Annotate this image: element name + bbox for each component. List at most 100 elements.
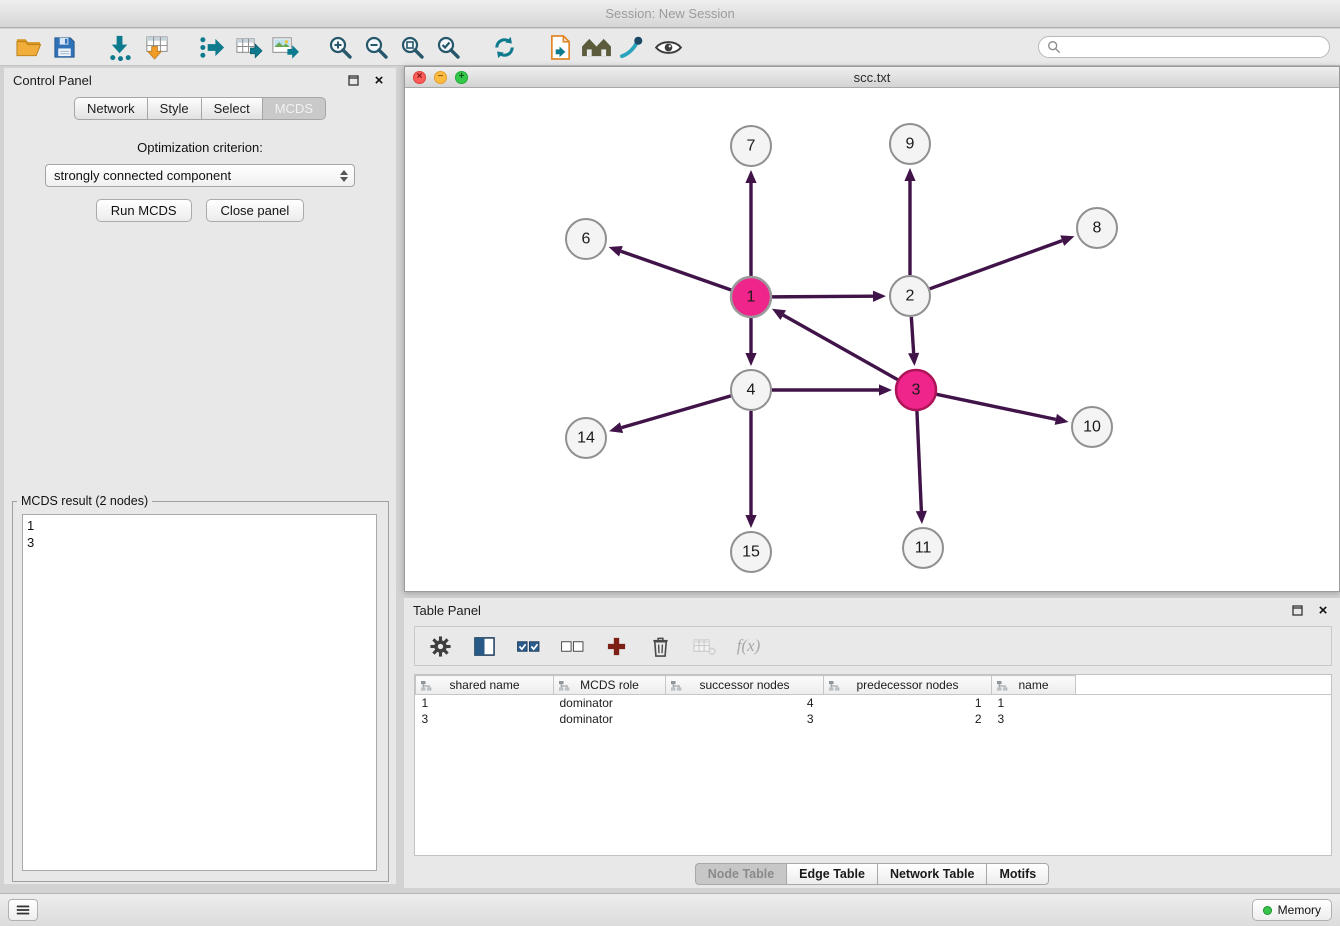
network-edge-4-14[interactable] bbox=[609, 396, 731, 433]
search-box[interactable] bbox=[1038, 36, 1330, 58]
network-window-titlebar[interactable]: × − + scc.txt bbox=[405, 67, 1339, 88]
export-table-button[interactable] bbox=[230, 31, 266, 63]
save-button[interactable] bbox=[46, 31, 82, 63]
control-tab-mcds[interactable]: MCDS bbox=[262, 97, 326, 120]
network-edge-3-1[interactable] bbox=[772, 309, 898, 380]
table-settings-button[interactable] bbox=[427, 632, 454, 660]
table-cell[interactable]: 1 bbox=[416, 695, 554, 711]
window-zoom-button[interactable]: + bbox=[455, 71, 468, 84]
document-arrow-icon bbox=[548, 34, 573, 61]
export-image-button[interactable] bbox=[266, 31, 302, 63]
float-table-panel-button[interactable] bbox=[1289, 602, 1305, 618]
show-panels-menu-button[interactable] bbox=[8, 899, 38, 921]
network-node-10[interactable]: 10 bbox=[1072, 407, 1112, 447]
eye-icon bbox=[654, 37, 683, 58]
refresh-button[interactable] bbox=[486, 31, 522, 63]
float-panel-button[interactable] bbox=[345, 72, 361, 88]
network-edge-2-9[interactable] bbox=[904, 168, 915, 275]
float-window-icon bbox=[1292, 605, 1303, 616]
run-mcds-button[interactable]: Run MCDS bbox=[96, 199, 192, 222]
create-column-button[interactable] bbox=[603, 632, 630, 660]
memory-button[interactable]: Memory bbox=[1252, 899, 1332, 921]
first-neighbors-button[interactable] bbox=[578, 31, 614, 63]
svg-text:6: 6 bbox=[582, 231, 591, 248]
window-close-button[interactable]: × bbox=[413, 71, 426, 84]
table-tab-node-table[interactable]: Node Table bbox=[695, 863, 786, 885]
column-header-mcds-role[interactable]: MCDS role bbox=[554, 676, 666, 695]
zoom-out-button[interactable] bbox=[358, 31, 394, 63]
column-header-successor-nodes[interactable]: successor nodes bbox=[666, 676, 824, 695]
close-mcds-panel-button[interactable]: Close panel bbox=[206, 199, 305, 222]
import-table-button[interactable] bbox=[138, 31, 174, 63]
table-tab-motifs[interactable]: Motifs bbox=[986, 863, 1049, 885]
table-tab-edge-table[interactable]: Edge Table bbox=[786, 863, 877, 885]
table-row[interactable]: 1dominator411 bbox=[416, 695, 1332, 711]
show-column-panel-button[interactable] bbox=[471, 632, 498, 660]
trash-icon bbox=[650, 635, 671, 658]
close-table-panel-button[interactable]: × bbox=[1315, 602, 1331, 618]
float-window-icon bbox=[348, 75, 359, 86]
table-row[interactable]: 3dominator323 bbox=[416, 711, 1332, 727]
show-hide-button[interactable] bbox=[650, 31, 686, 63]
svg-text:4: 4 bbox=[747, 382, 756, 399]
zoom-fit-button[interactable] bbox=[394, 31, 430, 63]
control-tab-select[interactable]: Select bbox=[201, 97, 262, 120]
network-node-1[interactable]: 1 bbox=[731, 277, 771, 317]
table-cell[interactable]: dominator bbox=[554, 711, 666, 727]
network-node-3[interactable]: 3 bbox=[896, 370, 936, 410]
open-file-button[interactable] bbox=[10, 31, 46, 63]
network-node-7[interactable]: 7 bbox=[731, 126, 771, 166]
network-edge-4-15[interactable] bbox=[745, 411, 756, 528]
network-canvas[interactable]: 7 9 6 8 1 2 4 3 14 10 15 11 bbox=[405, 88, 1339, 591]
table-cell[interactable]: 1 bbox=[824, 695, 992, 711]
search-input[interactable] bbox=[1066, 40, 1321, 54]
network-node-4[interactable]: 4 bbox=[731, 370, 771, 410]
column-header-shared-name[interactable]: shared name bbox=[416, 676, 554, 695]
network-node-2[interactable]: 2 bbox=[890, 276, 930, 316]
zoom-selected-button[interactable] bbox=[430, 31, 466, 63]
network-node-6[interactable]: 6 bbox=[566, 219, 606, 259]
table-cell[interactable]: 3 bbox=[992, 711, 1076, 727]
network-edge-1-4[interactable] bbox=[745, 318, 756, 366]
mcds-result-textarea[interactable]: 13 bbox=[22, 514, 377, 871]
network-edge-1-2[interactable] bbox=[772, 291, 886, 302]
network-edge-4-3[interactable] bbox=[772, 384, 892, 395]
network-edge-2-8[interactable] bbox=[930, 235, 1075, 288]
status-bar: Memory bbox=[0, 893, 1340, 926]
window-titlebar[interactable]: Session: New Session bbox=[0, 0, 1340, 28]
table-cell[interactable]: 2 bbox=[824, 711, 992, 727]
import-network-button[interactable] bbox=[102, 31, 138, 63]
table-cell[interactable]: dominator bbox=[554, 695, 666, 711]
network-edge-3-11[interactable] bbox=[916, 411, 927, 524]
paintbrush-icon bbox=[619, 35, 646, 60]
select-all-columns-button[interactable] bbox=[515, 632, 542, 660]
network-edge-3-10[interactable] bbox=[937, 394, 1069, 425]
control-tab-network[interactable]: Network bbox=[74, 97, 147, 120]
control-tab-style[interactable]: Style bbox=[147, 97, 201, 120]
network-node-9[interactable]: 9 bbox=[890, 124, 930, 164]
network-edge-2-3[interactable] bbox=[908, 317, 919, 366]
column-header-predecessor-nodes[interactable]: predecessor nodes bbox=[824, 676, 992, 695]
window-minimize-button[interactable]: − bbox=[434, 71, 447, 84]
column-header-name[interactable]: name bbox=[992, 676, 1076, 695]
network-node-8[interactable]: 8 bbox=[1077, 208, 1117, 248]
delete-column-button[interactable] bbox=[647, 632, 674, 660]
network-node-11[interactable]: 11 bbox=[903, 528, 943, 568]
table-cell[interactable]: 1 bbox=[992, 695, 1076, 711]
network-edge-1-7[interactable] bbox=[745, 170, 756, 276]
apply-style-button[interactable] bbox=[614, 31, 650, 63]
table-tab-network-table[interactable]: Network Table bbox=[877, 863, 987, 885]
table-cell[interactable]: 4 bbox=[666, 695, 824, 711]
network-node-14[interactable]: 14 bbox=[566, 418, 606, 458]
table-cell[interactable]: 3 bbox=[666, 711, 824, 727]
table-cell-filler bbox=[1076, 711, 1332, 727]
criterion-dropdown[interactable]: strongly connected component bbox=[45, 164, 355, 187]
zoom-in-button[interactable] bbox=[322, 31, 358, 63]
duplicate-network-button[interactable] bbox=[542, 31, 578, 63]
network-node-15[interactable]: 15 bbox=[731, 532, 771, 572]
network-edge-1-6[interactable] bbox=[609, 246, 732, 290]
close-panel-button[interactable]: × bbox=[371, 72, 387, 88]
export-network-button[interactable] bbox=[194, 31, 230, 63]
table-cell[interactable]: 3 bbox=[416, 711, 554, 727]
unselect-all-columns-button[interactable] bbox=[559, 632, 586, 660]
